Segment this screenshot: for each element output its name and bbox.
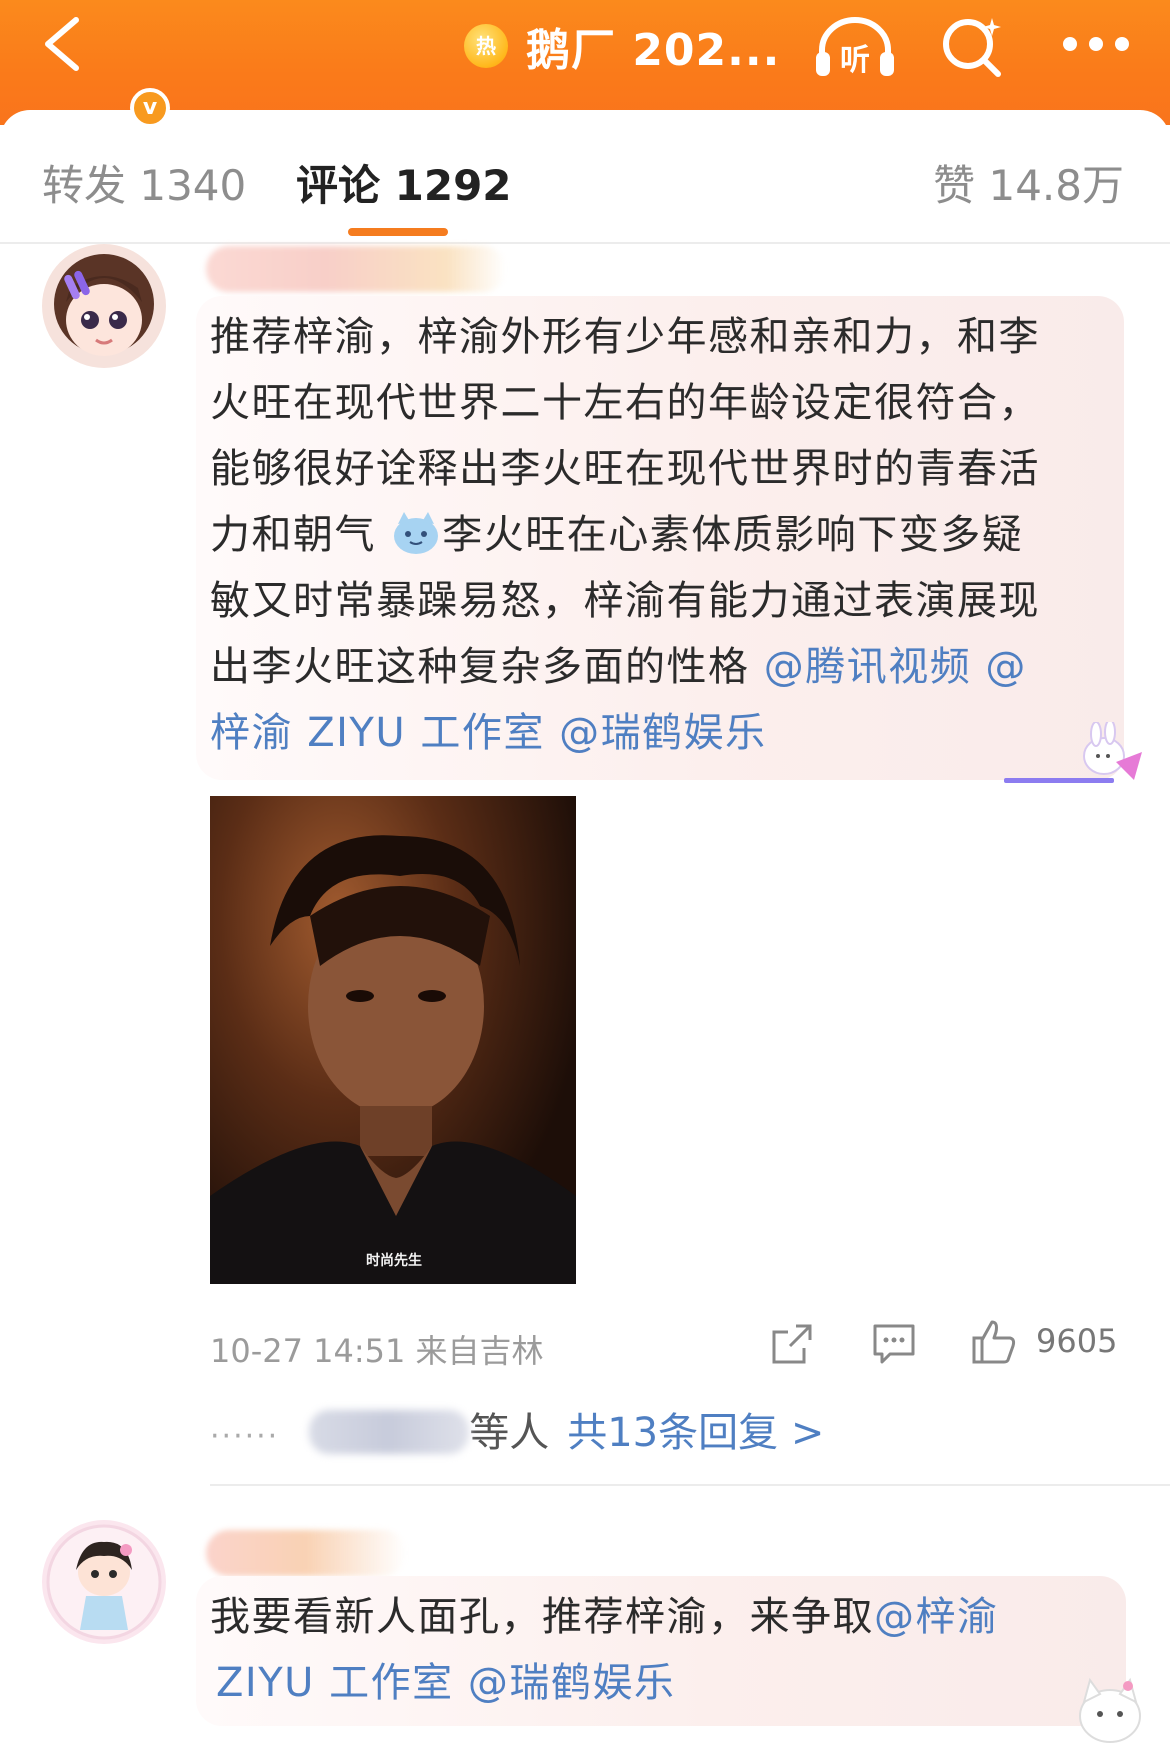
verified-badge-icon: v [130, 88, 170, 128]
mention-link[interactable]: @ [971, 644, 1027, 690]
chevron-left-icon[interactable] [36, 14, 90, 74]
comment-line-part: 李火旺在心素体质影响下变多疑 [442, 512, 1024, 558]
comment-line: 能够很好诠释出李火旺在现代世界时的青春活 [210, 446, 1040, 492]
mention-link[interactable]: 梓渝 ZIYU 工作室 [210, 710, 545, 756]
comment-text: 推荐梓渝，梓渝外形有少年感和亲和力，和李 火旺在现代世界二十左右的年龄设定很符合… [210, 304, 1110, 766]
view-replies-link[interactable]: 共13条回复 > [567, 1410, 824, 1456]
share-icon[interactable] [770, 1322, 814, 1366]
cat-emoji-icon [394, 512, 439, 554]
like-thumb-icon[interactable] [970, 1318, 1018, 1366]
username-blurred[interactable] [206, 1530, 406, 1576]
comment-line: 火旺在现代世界二十左右的年龄设定很符合， [210, 380, 1040, 426]
comment-timestamp: 10-27 14:51 来自吉林 [210, 1332, 544, 1370]
comment-line: 出李火旺这种复杂多面的性格 @腾讯视频 @ [210, 634, 1110, 700]
replier-name-blurred [309, 1410, 470, 1454]
tab-likes[interactable]: 赞 14.8万 [933, 152, 1124, 213]
comment-line: 梓渝 ZIYU 工作室 @瑞鹤娱乐 [210, 700, 1110, 766]
mention-link[interactable]: @瑞鹤娱乐 [468, 1660, 676, 1706]
comment-line-part: 力和朝气 [210, 512, 376, 558]
comment-line: 推荐梓渝，梓渝外形有少年感和亲和力，和李 [210, 314, 1040, 360]
comment-line: ZIYU 工作室 @瑞鹤娱乐 [210, 1650, 1110, 1716]
comment-line-part: 出李火旺这种复杂多面的性格 [210, 644, 764, 690]
username-blurred[interactable] [206, 246, 506, 292]
top-bar: 热 鹅厂 202... 听 [0, 0, 1170, 125]
replies-row[interactable]: ······ 等人 共13条回复 > [210, 1400, 824, 1458]
like-count: 9605 [1036, 1322, 1118, 1360]
reply-dots: ······ [210, 1419, 280, 1454]
avatar[interactable] [42, 1520, 166, 1644]
photo-watermark: 时尚先生 [366, 1253, 422, 1269]
headphones-listen-icon[interactable]: 听 [812, 14, 898, 80]
comment-line: 敏又时常暴躁易怒，梓渝有能力通过表演展现 [210, 578, 1040, 624]
comment-line-part: 我要看新人面孔，推荐梓渝，来争取 [210, 1594, 874, 1640]
tab-indicator [348, 228, 448, 236]
comment-line: 力和朝气 李火旺在心素体质影响下变多疑 [210, 502, 1110, 568]
page-title: 鹅厂 202... [526, 25, 781, 76]
comment-text: 我要看新人面孔，推荐梓渝，来争取@梓渝 ZIYU 工作室 @瑞鹤娱乐 [210, 1584, 1110, 1716]
mention-link[interactable]: ZIYU 工作室 [216, 1660, 454, 1706]
comment-divider [210, 1484, 1170, 1486]
more-dots-icon[interactable] [1060, 34, 1132, 54]
tab-bar: 转发 1340 评论 1292 赞 14.8万 [0, 110, 1170, 244]
tab-comments[interactable]: 评论 1292 [296, 152, 512, 213]
mention-link[interactable]: @腾讯视频 [764, 644, 972, 690]
mention-link[interactable]: @梓渝 [874, 1594, 999, 1640]
comment-line-part [545, 710, 559, 756]
comment-photo[interactable]: 时尚先生 [210, 796, 576, 1284]
avatar[interactable] [42, 244, 166, 368]
comment-icon[interactable] [872, 1322, 916, 1366]
mention-link[interactable]: @瑞鹤娱乐 [559, 710, 767, 756]
hot-badge-icon: 热 [464, 24, 508, 68]
listen-label: 听 [840, 43, 870, 78]
replies-suffix: 等人 [469, 1410, 550, 1456]
tab-repost[interactable]: 转发 1340 [42, 152, 246, 213]
comment-line: 我要看新人面孔，推荐梓渝，来争取@梓渝 [210, 1584, 1110, 1650]
search-icon[interactable] [940, 14, 1006, 80]
